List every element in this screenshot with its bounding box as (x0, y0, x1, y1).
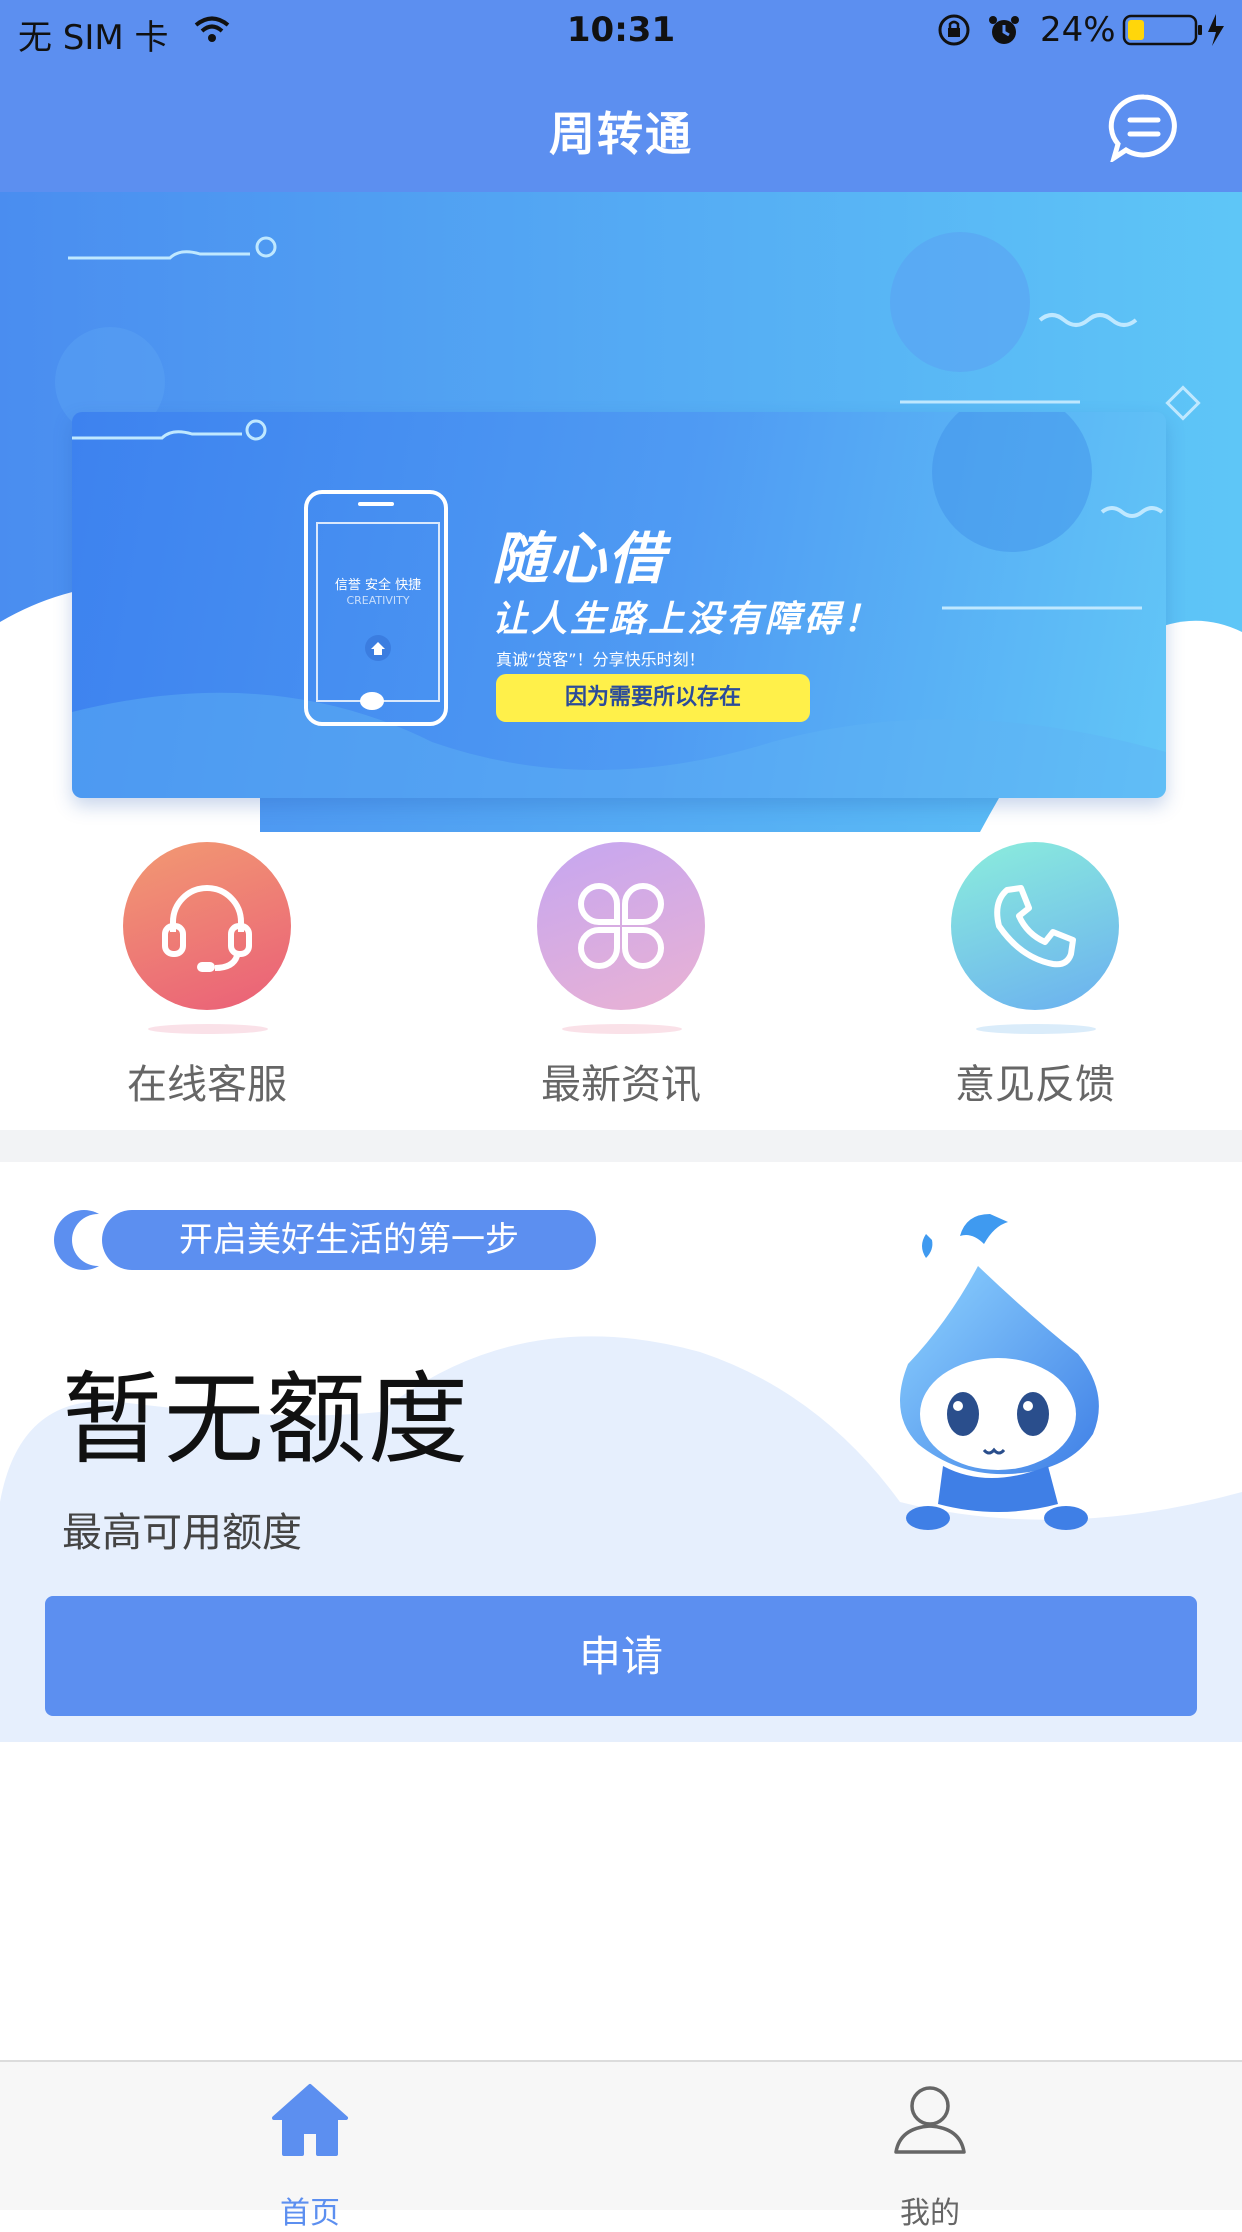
phone-icon-circle (951, 842, 1119, 1010)
feedback-label: 意见反馈 (955, 1062, 1115, 1108)
banner-pill: 因为需要所以存在 (496, 674, 810, 722)
phone-home-button (360, 692, 384, 710)
credit-card: 开启美好生活的第一步 暂无额度 最高可用额度 申请 (0, 1162, 1242, 1742)
latest-news-button[interactable]: 最新资讯 (466, 842, 746, 1112)
banner-title: 随心借 (492, 527, 666, 592)
online-service-label: 在线客服 (127, 1062, 287, 1108)
phone-icon (994, 885, 1076, 968)
phone-illustration: 信誉 安全 快捷 CREATIVITY (304, 490, 448, 726)
tab-mine-label: 我的 (900, 2196, 960, 2231)
banner-subtitle: 让人生路上没有障碍！ (492, 599, 883, 640)
home-icon (272, 2084, 348, 2156)
alarm-icon (989, 16, 1019, 44)
mascot-illustration (900, 1214, 1099, 1530)
battery-icon (1122, 14, 1224, 46)
phone-text: 信誉 安全 快捷 (334, 578, 422, 593)
user-icon (894, 2086, 966, 2154)
credit-amount: 暂无额度 (62, 1361, 470, 1478)
clover-icon-circle (537, 842, 705, 1010)
online-service-button[interactable]: 在线客服 (52, 842, 332, 1112)
icon-shadow (562, 1024, 682, 1034)
apply-button[interactable]: 申请 (45, 1596, 1197, 1716)
clover-icon (578, 883, 664, 969)
banner-tagline: 真诚“贷客”！分享快乐时刻！ (496, 650, 705, 669)
phone-home-icon (365, 635, 391, 661)
tab-home-label: 首页 (280, 2196, 340, 2231)
credit-label: 最高可用额度 (62, 1510, 302, 1556)
headset-icon-circle (123, 842, 291, 1010)
icon-shadow (148, 1024, 268, 1034)
status-battery-percent: 24% (1040, 10, 1116, 50)
rotation-lock-icon (938, 14, 970, 46)
section-divider (0, 1130, 1242, 1162)
app-title: 周转通 (549, 107, 693, 161)
phone-screen: 信誉 安全 快捷 CREATIVITY (316, 522, 440, 702)
latest-news-label: 最新资讯 (541, 1062, 701, 1108)
header-bar: 无 SIM 卡 10:31 24% 周转通 (0, 0, 1242, 192)
feedback-button[interactable]: 意见反馈 (880, 842, 1160, 1112)
message-icon[interactable] (1108, 92, 1180, 162)
phone-subtext: CREATIVITY (346, 594, 410, 607)
slogan-pill: 开启美好生活的第一步 (102, 1210, 596, 1270)
banner-card[interactable]: 信誉 安全 快捷 CREATIVITY 随心借 让人生路上没有障碍！ 真诚“贷客… (72, 412, 1166, 798)
icon-shadow (976, 1024, 1096, 1034)
tab-bar: 首页 我的 (0, 2060, 1242, 2231)
phone-speaker (358, 502, 394, 506)
headset-icon (162, 885, 252, 972)
